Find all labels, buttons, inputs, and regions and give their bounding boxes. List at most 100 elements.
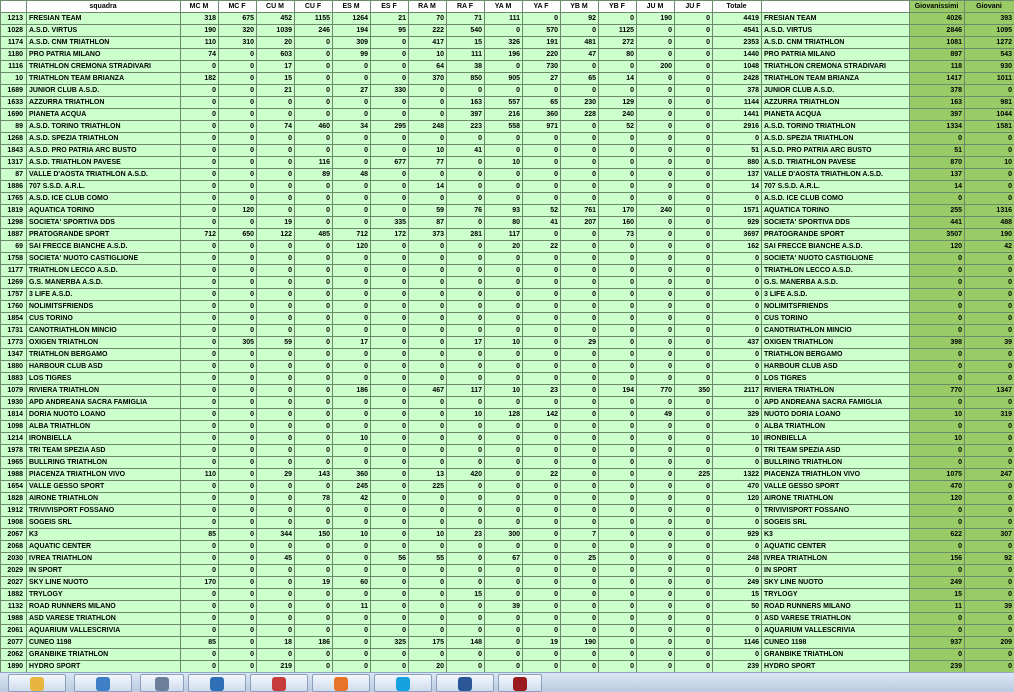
category-value-cell[interactable]: 0 xyxy=(180,312,219,325)
category-value-cell[interactable]: 0 xyxy=(408,396,447,409)
category-value-cell[interactable]: 0 xyxy=(674,276,713,289)
category-value-cell[interactable]: 1039 xyxy=(256,24,295,37)
category-value-cell[interactable]: 228 xyxy=(560,108,599,121)
category-value-cell[interactable]: 0 xyxy=(598,576,637,589)
category-value-cell[interactable]: 0 xyxy=(218,588,257,601)
category-value-cell[interactable]: 0 xyxy=(484,372,523,385)
category-value-cell[interactable]: 0 xyxy=(256,384,295,397)
category-value-cell[interactable]: 305 xyxy=(218,336,257,349)
category-value-cell[interactable]: 0 xyxy=(484,396,523,409)
category-value-cell[interactable]: 27 xyxy=(332,84,371,97)
category-value-cell[interactable]: 0 xyxy=(180,408,219,421)
team-name-cell[interactable]: CUS TORINO xyxy=(26,312,181,325)
category-value-cell[interactable]: 52 xyxy=(598,120,637,133)
team-name-cell[interactable]: CANOTRIATHLON MINCIO xyxy=(26,324,181,337)
team-id-cell[interactable]: 89 xyxy=(0,120,27,133)
category-value-cell[interactable]: 0 xyxy=(636,432,675,445)
category-value-cell[interactable]: 49 xyxy=(636,408,675,421)
category-value-cell[interactable]: 0 xyxy=(636,96,675,109)
category-value-cell[interactable]: 0 xyxy=(180,372,219,385)
category-value-cell[interactable]: 0 xyxy=(674,240,713,253)
category-value-cell[interactable]: 0 xyxy=(218,264,257,277)
category-value-cell[interactable]: 0 xyxy=(484,576,523,589)
category-value-cell[interactable]: 0 xyxy=(218,120,257,133)
giovanissimi-cell[interactable]: 1417 xyxy=(909,72,965,85)
category-value-cell[interactable]: 0 xyxy=(294,456,333,469)
category-value-cell[interactable]: 0 xyxy=(180,156,219,169)
category-value-cell[interactable]: 0 xyxy=(370,48,409,61)
category-value-cell[interactable]: 0 xyxy=(408,504,447,517)
category-value-cell[interactable]: 0 xyxy=(256,96,295,109)
category-value-cell[interactable]: 0 xyxy=(218,480,257,493)
team-name-cell[interactable]: SOCIETA' SPORTIVA DDS xyxy=(26,216,181,229)
category-value-cell[interactable]: 0 xyxy=(598,504,637,517)
giovanissimi-cell[interactable]: 137 xyxy=(909,168,965,181)
giovani-cell[interactable]: 0 xyxy=(964,300,1014,313)
category-value-cell[interactable]: 0 xyxy=(674,336,713,349)
category-value-cell[interactable]: 0 xyxy=(560,420,599,433)
team-name-cell[interactable]: VALLE GESSO SPORT xyxy=(26,480,181,493)
giovani-cell[interactable]: 1011 xyxy=(964,72,1014,85)
total-cell[interactable]: 1571 xyxy=(712,204,762,217)
category-value-cell[interactable]: 22 xyxy=(522,468,561,481)
category-value-cell[interactable]: 0 xyxy=(560,408,599,421)
category-value-cell[interactable]: 200 xyxy=(636,60,675,73)
category-value-cell[interactable]: 0 xyxy=(180,564,219,577)
category-value-cell[interactable]: 0 xyxy=(674,576,713,589)
category-value-cell[interactable]: 467 xyxy=(408,384,447,397)
category-value-cell[interactable]: 0 xyxy=(674,660,713,672)
category-value-cell[interactable]: 1155 xyxy=(294,12,333,25)
category-value-cell[interactable]: 10 xyxy=(408,144,447,157)
category-value-cell[interactable]: 0 xyxy=(522,132,561,145)
category-value-cell[interactable]: 0 xyxy=(636,48,675,61)
total-cell[interactable]: 0 xyxy=(712,132,762,145)
category-value-cell[interactable]: 0 xyxy=(370,348,409,361)
category-value-cell[interactable]: 0 xyxy=(522,516,561,529)
team-name-cell[interactable]: IVREA TRIATHLON xyxy=(26,552,181,565)
category-value-cell[interactable]: 240 xyxy=(636,204,675,217)
category-value-cell[interactable]: 0 xyxy=(560,360,599,373)
category-value-cell[interactable]: 0 xyxy=(484,24,523,37)
team-name-cell[interactable]: JUNIOR CLUB A.S.D. xyxy=(26,84,181,97)
category-value-cell[interactable]: 0 xyxy=(636,36,675,49)
category-value-cell[interactable]: 92 xyxy=(560,12,599,25)
category-value-cell[interactable]: 117 xyxy=(484,228,523,241)
giovanissimi-cell[interactable]: 163 xyxy=(909,96,965,109)
team-name-cell[interactable]: SOGEIS SRL xyxy=(26,516,181,529)
category-value-cell[interactable]: 0 xyxy=(370,288,409,301)
category-value-cell[interactable]: 0 xyxy=(598,264,637,277)
team-name-cell[interactable]: LOS TIGRES xyxy=(26,372,181,385)
category-value-cell[interactable]: 0 xyxy=(294,600,333,613)
category-value-cell[interactable]: 222 xyxy=(408,24,447,37)
category-value-cell[interactable]: 0 xyxy=(332,288,371,301)
total-cell[interactable]: 1322 xyxy=(712,468,762,481)
category-value-cell[interactable]: 0 xyxy=(598,312,637,325)
team-name-repeat-cell[interactable]: TRIATHLON CREMONA STRADIVARI xyxy=(761,60,910,73)
category-value-cell[interactable]: 0 xyxy=(674,216,713,229)
team-id-cell[interactable]: 1731 xyxy=(0,324,27,337)
team-name-repeat-cell[interactable]: AQUATIC CENTER xyxy=(761,540,910,553)
category-value-cell[interactable]: 0 xyxy=(332,312,371,325)
category-value-cell[interactable]: 0 xyxy=(522,288,561,301)
category-value-cell[interactable]: 0 xyxy=(522,228,561,241)
category-value-cell[interactable]: 0 xyxy=(370,600,409,613)
category-value-cell[interactable]: 0 xyxy=(674,396,713,409)
total-cell[interactable]: 0 xyxy=(712,276,762,289)
team-name-repeat-cell[interactable]: CUS TORINO xyxy=(761,312,910,325)
category-value-cell[interactable]: 0 xyxy=(522,420,561,433)
column-header[interactable]: Giovanissimi xyxy=(909,0,965,13)
category-value-cell[interactable]: 0 xyxy=(636,660,675,672)
total-cell[interactable]: 0 xyxy=(712,612,762,625)
category-value-cell[interactable]: 0 xyxy=(598,252,637,265)
category-value-cell[interactable]: 0 xyxy=(180,168,219,181)
total-cell[interactable]: 0 xyxy=(712,312,762,325)
category-value-cell[interactable]: 0 xyxy=(598,396,637,409)
team-name-repeat-cell[interactable]: TRIATHLON LECCO A.S.D. xyxy=(761,264,910,277)
giovani-cell[interactable]: 190 xyxy=(964,228,1014,241)
category-value-cell[interactable]: 0 xyxy=(522,360,561,373)
category-value-cell[interactable]: 0 xyxy=(636,120,675,133)
category-value-cell[interactable]: 0 xyxy=(636,276,675,289)
category-value-cell[interactable]: 25 xyxy=(560,552,599,565)
team-id-cell[interactable]: 1819 xyxy=(0,204,27,217)
category-value-cell[interactable]: 160 xyxy=(598,216,637,229)
